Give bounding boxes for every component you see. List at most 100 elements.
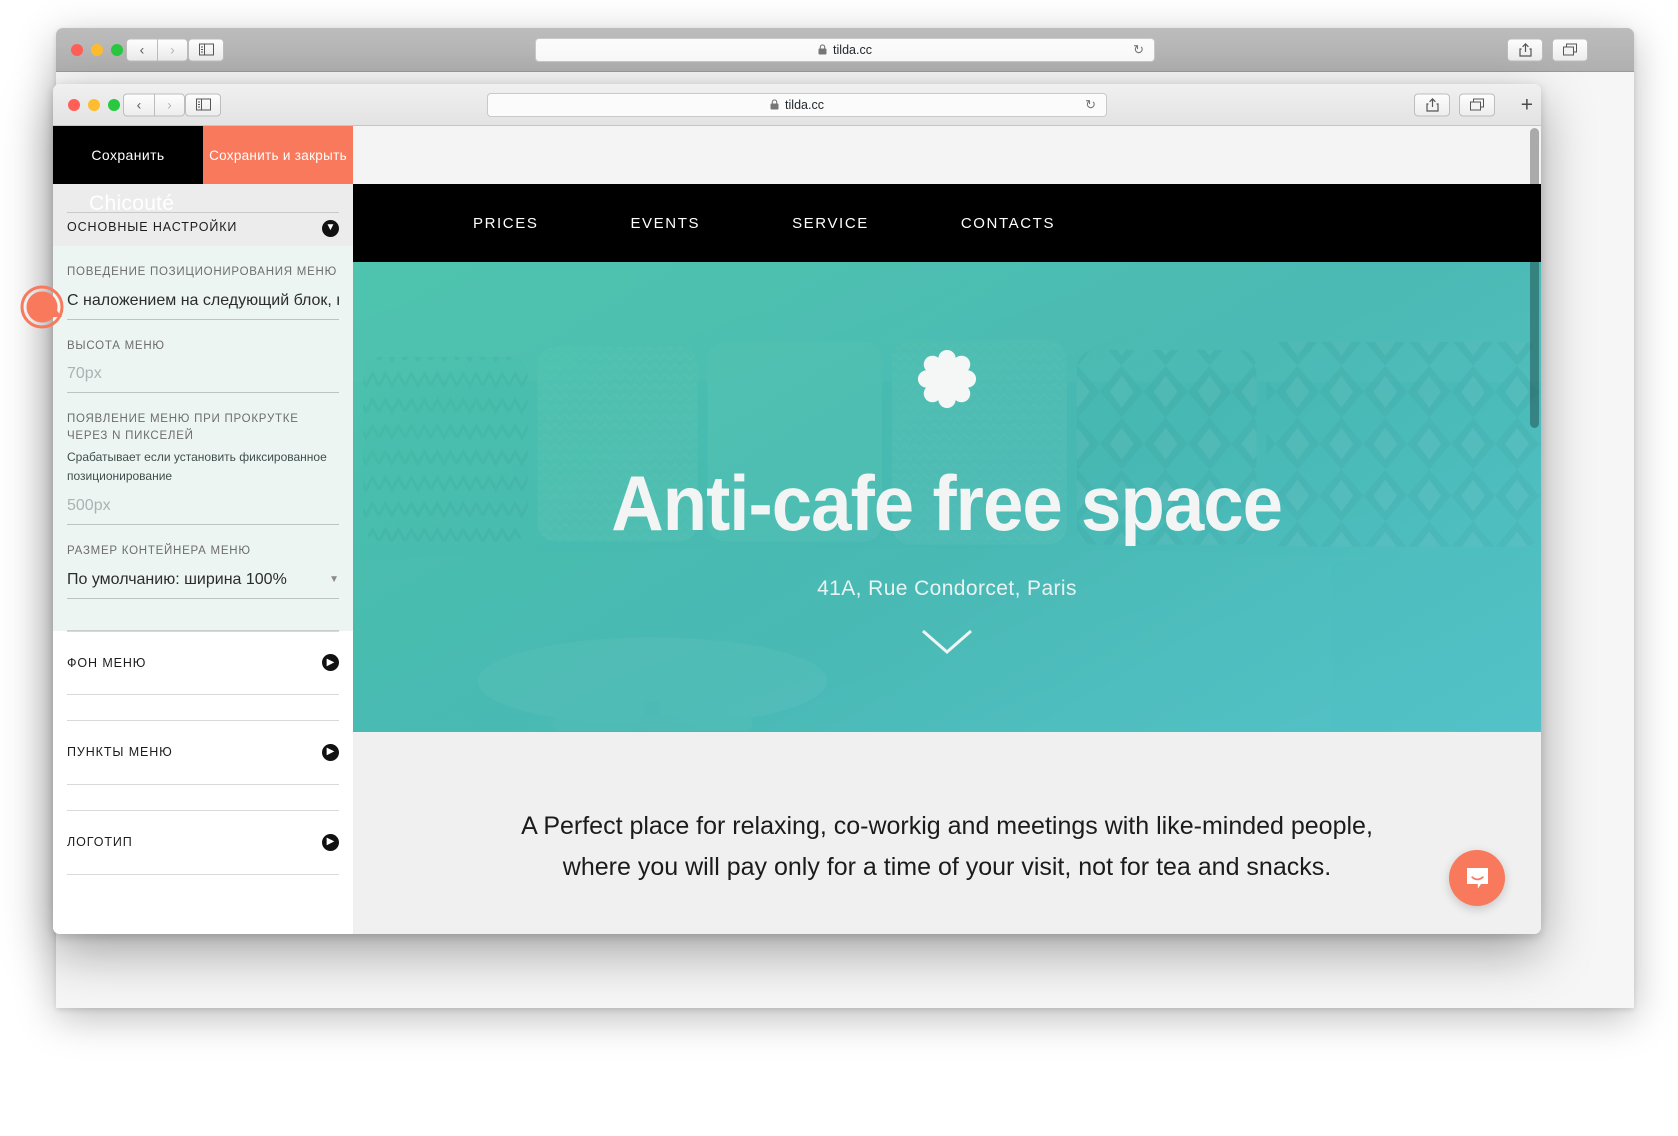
intro-text: A Perfect place for relaxing, co-workig … <box>467 806 1427 887</box>
menu-height-input[interactable]: 70px <box>67 365 339 394</box>
site-preview: PRICES EVENTS SERVICE CONTACTS Anti-cafe… <box>353 126 1541 934</box>
menu-container-size-value: По умолчанию: ширина 100% <box>67 570 287 588</box>
preview-top-gap <box>353 126 1541 184</box>
reload-icon[interactable]: ↻ <box>1133 42 1144 58</box>
minimize-window-button[interactable] <box>91 43 103 56</box>
lock-icon <box>770 99 779 110</box>
nav-item-prices[interactable]: PRICES <box>473 215 538 232</box>
nav-item-service[interactable]: SERVICE <box>792 215 869 232</box>
arrow-right-circle-icon[interactable]: ▶ <box>322 743 339 761</box>
accordion-menu-background[interactable]: ФОН МЕНЮ ▶ <box>67 630 339 695</box>
forward-button[interactable]: › <box>154 93 185 116</box>
field-menu-height: ВЫСОТА МЕНЮ 70px <box>67 320 339 394</box>
site-navigation: PRICES EVENTS SERVICE CONTACTS <box>353 184 1541 262</box>
share-glyph <box>1518 42 1532 57</box>
chevron-glyph <box>922 629 972 654</box>
main-settings-label: ОСНОВНЫЕ НАСТРОЙКИ <box>67 220 238 234</box>
share-icon[interactable] <box>1507 38 1543 61</box>
hero-content: Anti-cafe free space 41A, Rue Condorcet,… <box>353 262 1541 732</box>
arrow-down-circle-icon[interactable]: ▼ <box>322 217 339 237</box>
new-tab-button[interactable]: + <box>1521 94 1533 115</box>
field-label: ПОВЕДЕНИЕ ПОЗИЦИОНИРОВАНИЯ МЕНЮ <box>67 266 337 278</box>
field-menu-scroll-appear: ПОЯВЛЕНИЕ МЕНЮ ПРИ ПРОКРУТКЕ ЧЕРЕЗ N ПИК… <box>67 393 339 526</box>
window-traffic-lights-back[interactable] <box>71 43 123 56</box>
nav-item-contacts[interactable]: CONTACTS <box>961 215 1055 232</box>
main-settings-header[interactable]: Chicouté ОСНОВНЫЕ НАСТРОЙКИ ▼ <box>53 184 353 246</box>
arrow-right-circle-icon[interactable]: ▶ <box>322 833 339 851</box>
arrow-right-circle-icon[interactable]: ▶ <box>322 654 339 672</box>
accordion-spacer <box>67 695 339 721</box>
maximize-window-button[interactable] <box>111 43 123 56</box>
sidebar-glyph <box>195 98 211 111</box>
share-icon[interactable] <box>1414 93 1450 116</box>
nav-item-events[interactable]: EVENTS <box>630 215 700 232</box>
accordion-label: ПУНКТЫ МЕНЮ <box>67 745 173 760</box>
intro-text-section: A Perfect place for relaxing, co-workig … <box>353 732 1541 887</box>
menu-positioning-input[interactable]: С наложением на следующий блок, но б <box>67 292 339 320</box>
menu-container-size-select[interactable]: По умолчанию: ширина 100% ▼ <box>67 571 339 599</box>
field-label: ПОЯВЛЕНИЕ МЕНЮ ПРИ ПРОКРУТКЕ ЧЕРЕЗ N ПИК… <box>67 413 299 443</box>
field-label: РАЗМЕР КОНТЕЙНЕРА МЕНЮ <box>67 545 251 558</box>
forward-button[interactable]: › <box>157 38 188 61</box>
field-menu-positioning: ПОВЕДЕНИЕ ПОЗИЦИОНИРОВАНИЯ МЕНЮ С наложе… <box>67 246 339 320</box>
sidebar-toggle-icon[interactable] <box>188 38 224 61</box>
tabs-glyph <box>1470 98 1484 110</box>
minimize-window-button[interactable] <box>88 98 100 111</box>
toolbar-right-buttons[interactable] <box>1414 93 1495 116</box>
accordion-spacer <box>67 785 339 811</box>
window-traffic-lights[interactable] <box>68 98 120 111</box>
field-divider <box>67 599 339 631</box>
menu-scroll-appear-input[interactable]: 500px <box>67 497 339 526</box>
save-button[interactable]: Сохранить <box>53 126 203 184</box>
arrow-down-glyph: ▼ <box>322 219 339 237</box>
back-forward-buttons[interactable]: ‹ › <box>123 93 185 116</box>
address-bar-back[interactable]: tilda.cc ↻ <box>535 37 1155 62</box>
settings-fields: ПОВЕДЕНИЕ ПОЗИЦИОНИРОВАНИЯ МЕНЮ С наложе… <box>53 246 353 631</box>
sidebar-toggle-icon[interactable] <box>185 93 221 116</box>
accordion-label: ФОН МЕНЮ <box>67 655 147 670</box>
share-glyph <box>1425 97 1439 112</box>
header-divider <box>67 212 339 213</box>
close-window-button[interactable] <box>68 98 80 111</box>
chevron-down-icon: ▼ <box>329 574 339 586</box>
sidebar-action-bar: Сохранить Сохранить и закрыть <box>53 126 353 184</box>
url-text-back: tilda.cc <box>833 42 872 57</box>
close-window-button[interactable] <box>71 43 83 56</box>
toolbar-right-buttons-back[interactable] <box>1507 38 1588 61</box>
field-label: ВЫСОТА МЕНЮ <box>67 339 165 352</box>
cursor-marker-glyph <box>20 285 64 329</box>
settings-sidebar: Сохранить Сохранить и закрыть Chicouté О… <box>53 126 353 934</box>
cursor-marker-icon <box>18 283 66 331</box>
intercom-chat-icon <box>1466 867 1488 889</box>
active-browser-window[interactable]: ‹ › tilda.cc ↻ + Сохранить Сохранить и з… <box>53 84 1541 934</box>
sidebar-scroll-area[interactable]: Chicouté ОСНОВНЫЕ НАСТРОЙКИ ▼ ПОВЕДЕНИЕ … <box>53 184 353 934</box>
flower-logo-icon <box>917 349 977 409</box>
url-text: tilda.cc <box>785 97 824 112</box>
intercom-launcher-button[interactable] <box>1449 850 1505 906</box>
hero-section: Anti-cafe free space 41A, Rue Condorcet,… <box>353 262 1541 732</box>
show-tabs-icon[interactable] <box>1459 93 1495 116</box>
chevron-down-icon[interactable] <box>921 629 973 660</box>
screenshot-root: ‹ › tilda.cc ↻ ‹ › tilda.cc ↻ + Сохранит… <box>0 0 1678 1136</box>
hero-title: Anti-cafe free space <box>611 459 1284 547</box>
field-hint: Срабатывает если установить фиксированно… <box>67 449 327 483</box>
back-button[interactable]: ‹ <box>126 38 157 61</box>
page-content: Сохранить Сохранить и закрыть Chicouté О… <box>53 126 1541 934</box>
tabs-glyph <box>1563 43 1577 55</box>
sidebar-glyph <box>198 43 214 56</box>
lock-icon <box>818 44 827 55</box>
accordion-label: ЛОГОТИП <box>67 835 133 850</box>
background-window-toolbar: ‹ › tilda.cc ↻ <box>56 28 1634 72</box>
reload-icon[interactable]: ↻ <box>1085 97 1096 113</box>
browser-toolbar: ‹ › tilda.cc ↻ + <box>53 84 1541 126</box>
accordion-sections: ФОН МЕНЮ ▶ ПУНКТЫ МЕНЮ ▶ ЛОГОТИП ▶ <box>53 630 353 875</box>
intro-text-line-1: A Perfect place for relaxing, co-workig … <box>521 812 1373 840</box>
address-bar[interactable]: tilda.cc ↻ <box>487 92 1107 117</box>
accordion-logo[interactable]: ЛОГОТИП ▶ <box>67 811 339 875</box>
maximize-window-button[interactable] <box>108 98 120 111</box>
back-button[interactable]: ‹ <box>123 93 154 116</box>
accordion-menu-items[interactable]: ПУНКТЫ МЕНЮ ▶ <box>67 721 339 785</box>
save-and-close-button[interactable]: Сохранить и закрыть <box>203 126 353 184</box>
show-tabs-icon[interactable] <box>1552 38 1588 61</box>
back-forward-buttons-back[interactable]: ‹ › <box>126 38 188 61</box>
